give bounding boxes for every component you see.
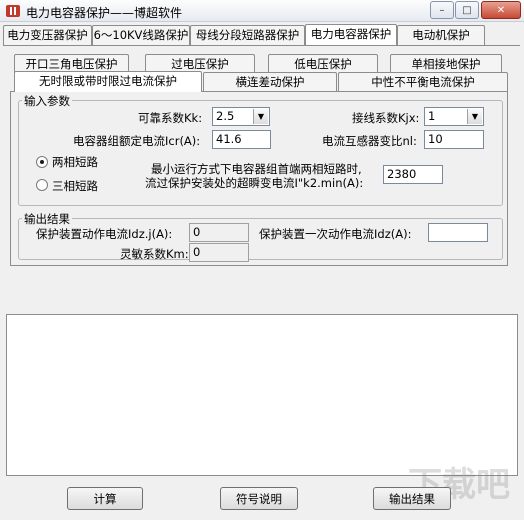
idz-label: 保护装置一次动作电流Idz(A):: [259, 227, 412, 241]
window-title: 电力电容器保护——博超软件: [26, 6, 183, 20]
tab-motor[interactable]: 电动机保护: [397, 25, 485, 45]
idz-j-label: 保护装置动作电流Idz.j(A):: [36, 227, 173, 241]
subtab-overcurrent[interactable]: 无时限或带时限过电流保护: [14, 71, 202, 92]
idz-output: [428, 223, 488, 242]
radio-two-phase[interactable]: [36, 156, 48, 168]
nl-input[interactable]: 10: [424, 130, 484, 149]
tab-transformer[interactable]: 电力变压器保护: [3, 25, 92, 45]
subtab-neutral-unbalance[interactable]: 中性不平衡电流保护: [338, 72, 508, 92]
kjx-select-value: 1: [428, 109, 436, 123]
kk-select[interactable]: 2.5 ▼: [212, 107, 270, 126]
km-label: 灵敏系数Km:: [120, 247, 189, 261]
kk-label: 可靠系数Kk:: [138, 111, 203, 125]
radio-three-phase[interactable]: [36, 179, 48, 191]
radio-two-phase-label[interactable]: 两相短路: [52, 154, 98, 170]
app-icon: [6, 5, 20, 17]
chevron-down-icon: ▼: [467, 109, 482, 124]
close-button[interactable]: ✕: [481, 1, 521, 19]
output-result-button[interactable]: 输出结果: [373, 487, 451, 510]
subtab-undervoltage[interactable]: 低电压保护: [268, 54, 378, 74]
tab-bus-section[interactable]: 母线分段短路器保护: [190, 25, 305, 45]
idz-j-output: 0: [189, 223, 249, 242]
icr-label: 电容器组额定电流Icr(A):: [73, 134, 201, 148]
subtab-single-ground[interactable]: 单相接地保护: [390, 54, 502, 74]
chevron-down-icon: ▼: [253, 109, 268, 124]
result-textarea[interactable]: [6, 314, 518, 476]
kjx-select[interactable]: 1 ▼: [424, 107, 484, 126]
output-group-title: 输出结果: [22, 211, 72, 227]
ik-label-line2: 流过保护安装处的超瞬变电流I"k2.min(A):: [145, 176, 364, 190]
top-tab-divider: [3, 45, 520, 46]
km-output: 0: [189, 243, 249, 262]
nl-label: 电流互感器变比nl:: [322, 134, 417, 148]
tab-line[interactable]: 6～10KV线路保护: [92, 25, 190, 45]
ik-input[interactable]: 2380: [383, 165, 443, 184]
input-group-title: 输入参数: [22, 93, 72, 109]
subtab-differential[interactable]: 横连差动保护: [203, 72, 337, 92]
kjx-label: 接线系数Kjx:: [352, 111, 420, 125]
tab-capacitor[interactable]: 电力电容器保护: [305, 24, 397, 45]
calculate-button[interactable]: 计算: [67, 487, 143, 510]
maximize-button[interactable]: □: [455, 1, 479, 19]
radio-three-phase-label[interactable]: 三相短路: [52, 178, 98, 194]
minimize-button[interactable]: –: [430, 1, 454, 19]
kk-select-value: 2.5: [216, 109, 235, 123]
icr-input[interactable]: 41.6: [212, 130, 271, 149]
symbol-help-button[interactable]: 符号说明: [220, 487, 298, 510]
